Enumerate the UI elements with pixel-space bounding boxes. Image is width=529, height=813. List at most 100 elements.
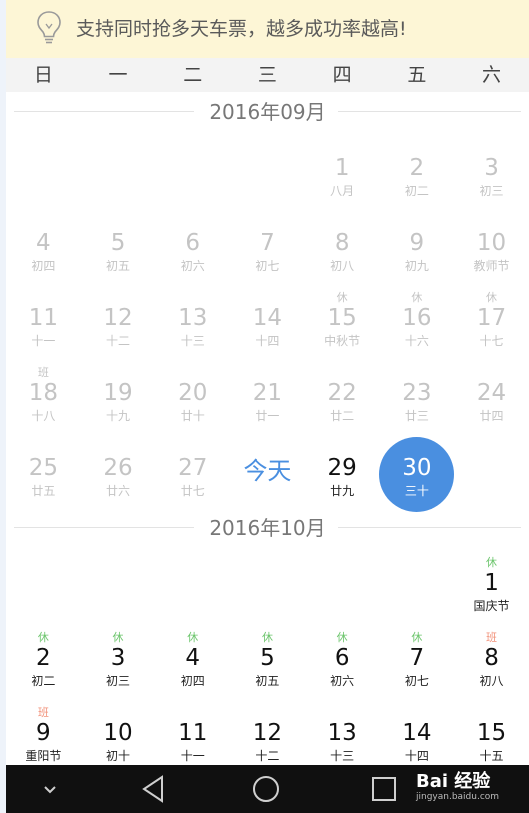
- lunar-label: 十一: [180, 749, 205, 763]
- watermark-brand: Bai 经验: [416, 771, 491, 792]
- day-number: 2: [36, 645, 51, 671]
- recents-icon[interactable]: [370, 765, 398, 813]
- day-number: 5: [110, 230, 126, 256]
- day-number: 15: [476, 720, 507, 746]
- day-number: 19: [103, 380, 133, 406]
- day-cell: 1 八月: [305, 137, 380, 212]
- day-number: 4: [36, 230, 51, 256]
- day-number: 3: [110, 645, 126, 671]
- day-number: 12: [103, 305, 133, 331]
- day-number: 8: [334, 230, 350, 256]
- day-cell: 6 初六: [155, 212, 230, 287]
- lunar-label: 八月: [330, 184, 355, 198]
- day-cell: 休 17 十七: [454, 287, 529, 362]
- day-cell: 26 廿六: [81, 437, 156, 512]
- lightbulb-icon: [37, 11, 61, 44]
- holiday-badge: 休: [37, 631, 49, 644]
- day-cell[interactable]: 休 5 初五: [230, 627, 305, 702]
- day-cell: 3 初三: [454, 137, 529, 212]
- day-number: 9: [409, 230, 425, 256]
- holiday-badge: 休: [486, 556, 498, 569]
- day-number: 1: [334, 155, 350, 181]
- lunar-label: 初七: [404, 674, 429, 688]
- day-number: 7: [409, 645, 425, 671]
- lunar-label: 十四: [404, 749, 429, 763]
- home-icon[interactable]: [251, 765, 281, 813]
- chevron-down-icon[interactable]: [38, 765, 62, 813]
- weekday-label: 一: [108, 64, 128, 86]
- weekday-label: 六: [482, 64, 502, 86]
- day-number: 14: [252, 305, 283, 331]
- day-number: 26: [103, 455, 133, 481]
- day-cell-today[interactable]: 今天: [230, 437, 305, 512]
- day-number: 4: [185, 645, 201, 671]
- holiday-badge: 班: [486, 631, 498, 644]
- lunar-label: 初八: [330, 259, 355, 273]
- lunar-label: 廿一: [255, 409, 280, 423]
- day-cell: 2 初二: [380, 137, 455, 212]
- tip-banner: 支持同时抢多天车票，越多成功率越高!: [6, 0, 529, 58]
- day-number: 3: [484, 155, 499, 181]
- lunar-label: 初四: [180, 674, 205, 688]
- day-cell: 19 十九: [81, 362, 156, 437]
- back-icon[interactable]: [138, 765, 168, 813]
- lunar-label: 重阳节: [25, 749, 62, 763]
- weekday-label: 二: [183, 64, 203, 86]
- day-cell[interactable]: 休 6 初六: [305, 627, 380, 702]
- holiday-badge: 休: [112, 631, 124, 644]
- day-cell: 21 廿一: [230, 362, 305, 437]
- day-number: 25: [28, 455, 58, 481]
- lunar-label: 初四: [31, 259, 56, 273]
- lunar-label: 十六: [404, 334, 429, 348]
- day-number: 9: [36, 720, 51, 746]
- day-number: 5: [260, 645, 275, 671]
- day-cell[interactable]: 班 8 初八: [454, 627, 529, 702]
- lunar-label: 中秋节: [324, 334, 361, 348]
- month-title-text: 2016年09月: [209, 100, 326, 124]
- lunar-label: 廿四: [479, 409, 504, 423]
- day-cell[interactable]: 休 3 初三: [81, 627, 156, 702]
- day-number: 20: [178, 380, 208, 406]
- holiday-badge: 休: [187, 631, 199, 644]
- day-number: 22: [327, 380, 357, 406]
- lunar-label: 初三: [479, 184, 504, 198]
- day-cell: 4 初四: [6, 212, 81, 287]
- day-cell[interactable]: 休 4 初四: [155, 627, 230, 702]
- tip-text: 支持同时抢多天车票，越多成功率越高!: [76, 18, 407, 40]
- day-cell[interactable]: 休 1 国庆节: [454, 552, 529, 627]
- lunar-label: 初八: [479, 674, 504, 688]
- holiday-badge: 休: [486, 291, 498, 304]
- day-number: 6: [334, 645, 350, 671]
- day-cell: 10 教师节: [454, 212, 529, 287]
- holiday-badge: 休: [336, 631, 348, 644]
- day-number: 15: [327, 305, 357, 331]
- lunar-label: 廿七: [180, 484, 205, 498]
- lunar-label: 初六: [330, 674, 355, 688]
- lunar-label: 廿三: [404, 409, 429, 423]
- lunar-label: 十三: [180, 334, 205, 348]
- lunar-label: 十五: [479, 749, 504, 763]
- lunar-label: 廿九: [330, 484, 355, 498]
- day-number: 8: [484, 645, 499, 671]
- day-number: 6: [185, 230, 201, 256]
- day-number: 11: [28, 305, 58, 331]
- day-number: 1: [484, 570, 499, 596]
- lunar-label: 十八: [31, 409, 56, 423]
- day-cell[interactable]: 休 2 初二: [6, 627, 81, 702]
- weekday-label: 三: [257, 64, 277, 86]
- day-cell: 22 廿二: [305, 362, 380, 437]
- day-cell-selected[interactable]: 30 三十: [379, 437, 455, 512]
- day-number: 29: [327, 455, 357, 481]
- day-number: 今天: [243, 457, 292, 485]
- day-number: 27: [178, 455, 208, 481]
- lunar-label: 廿六: [106, 484, 131, 498]
- holiday-badge: 休: [261, 631, 273, 644]
- day-cell: 25 廿五: [6, 437, 81, 512]
- day-cell[interactable]: 29 廿九: [305, 437, 380, 512]
- watermark: Bai 经验 jingyan.baidu.com: [416, 767, 529, 802]
- lunar-label: 廿五: [31, 484, 56, 498]
- day-cell[interactable]: 休 7 初七: [380, 627, 455, 702]
- day-number: 13: [327, 720, 357, 746]
- lunar-label: 初二: [31, 674, 56, 688]
- lunar-label: 初五: [255, 674, 280, 688]
